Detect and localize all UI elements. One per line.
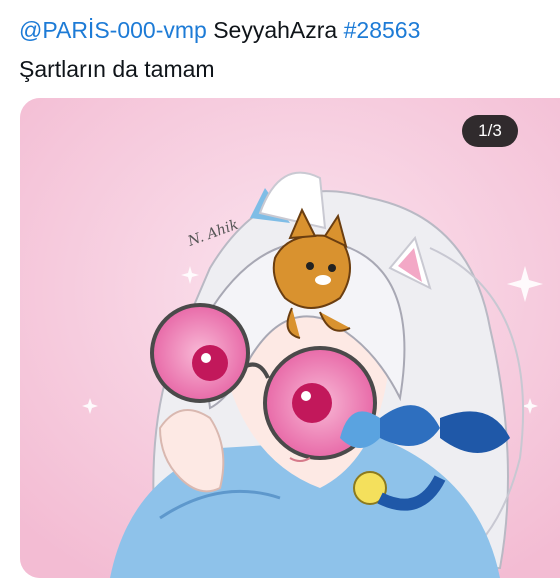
mention-link[interactable]: @PARİS-000-vmp bbox=[19, 17, 207, 43]
artwork-illustration: N. Ahik bbox=[20, 98, 560, 578]
hashtag-link[interactable]: #28563 bbox=[344, 17, 421, 43]
media-counter-badge: 1/3 bbox=[462, 115, 518, 147]
post-header-line: @PARİS-000-vmp SeyyahAzra #28563 bbox=[19, 13, 420, 47]
post-media-image[interactable]: N. Ahik 1/3 bbox=[20, 98, 560, 578]
username-text[interactable]: SeyyahAzra bbox=[213, 17, 337, 43]
post-text: Şartların da tamam bbox=[19, 56, 215, 82]
